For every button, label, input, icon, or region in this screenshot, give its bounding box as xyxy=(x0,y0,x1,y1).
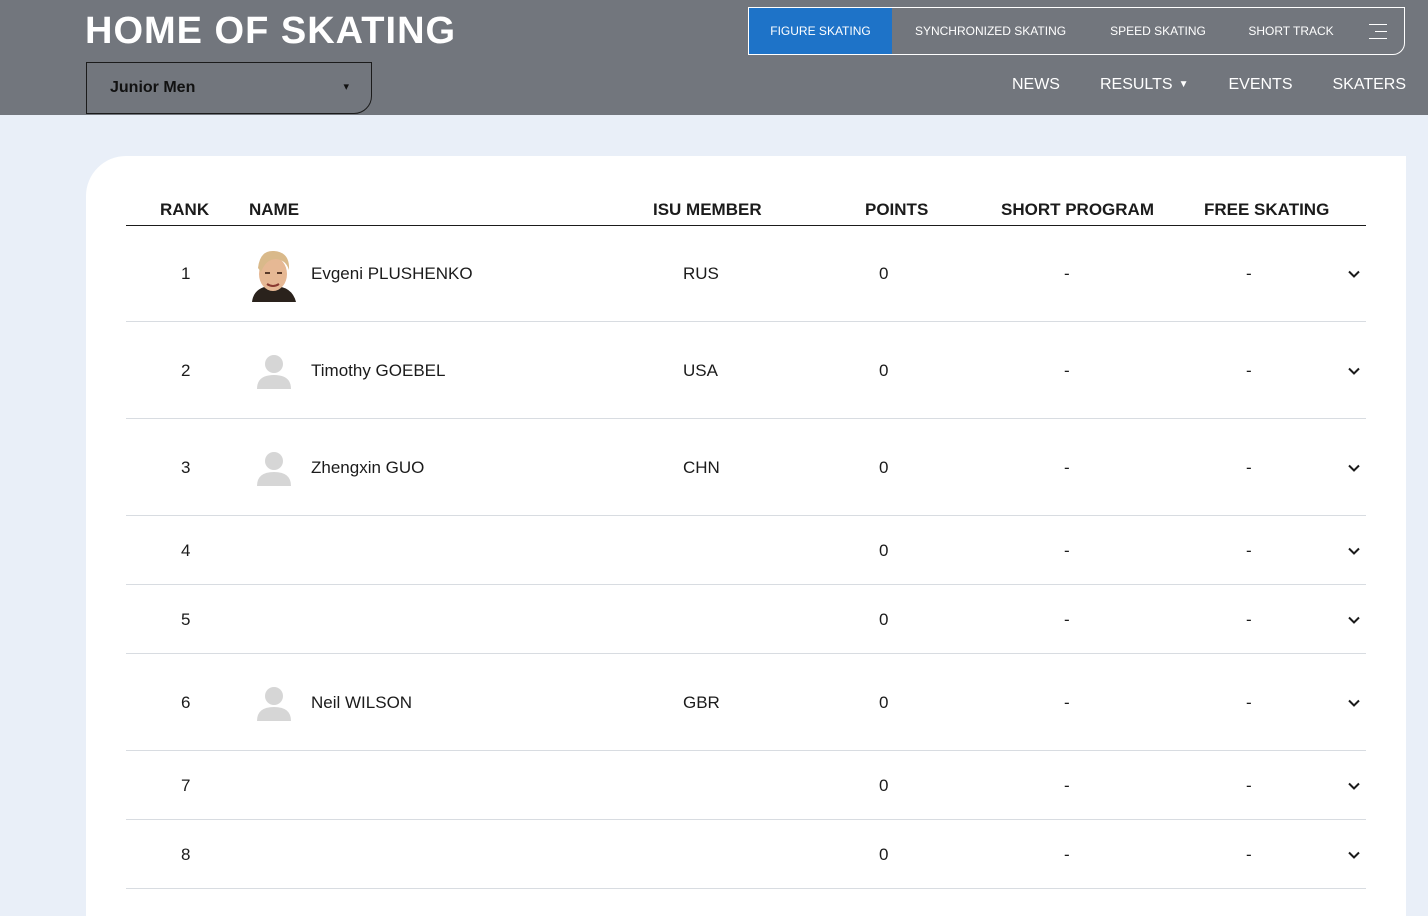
column-header-rank: RANK xyxy=(160,200,210,219)
chevron-down-icon[interactable] xyxy=(1347,779,1361,793)
table-row[interactable]: 3 Zhengxin GUO CHN 0 - - xyxy=(126,419,1366,516)
nav-news-label: NEWS xyxy=(1011,76,1060,93)
chevron-down-icon[interactable] xyxy=(1347,613,1361,627)
nav-results-label: RESULTS xyxy=(1099,76,1173,93)
tab-figure-skating[interactable]: FIGURE SKATING xyxy=(749,8,892,54)
tab-synchronized-skating[interactable]: SYNCHRONIZED SKATING xyxy=(892,8,1089,54)
rank-cell: 3 xyxy=(181,457,191,477)
results-card: RANK NAME ISU MEMBER POINTS SHORT PROGRA… xyxy=(86,156,1406,916)
rank-cell: 4 xyxy=(181,540,191,560)
points-cell: 0 xyxy=(879,609,889,629)
skater-name[interactable]: Evgeni PLUSHENKO xyxy=(311,264,473,284)
column-header-isu-member: ISU MEMBER xyxy=(653,200,762,219)
points-cell: 0 xyxy=(879,692,889,712)
column-header-free-skating: FREE SKATING xyxy=(1204,200,1330,219)
nav-events[interactable]: EVENTS xyxy=(1228,76,1292,94)
free-skating-cell: - xyxy=(1246,692,1252,712)
tab-speed-skating[interactable]: SPEED SKATING xyxy=(1089,8,1227,54)
skater-name[interactable]: Zhengxin GUO xyxy=(311,458,424,478)
points-cell: 0 xyxy=(879,457,889,477)
short-program-cell: - xyxy=(1064,609,1070,629)
tab-short-track[interactable]: SHORT TRACK xyxy=(1227,8,1355,54)
nav-skaters[interactable]: SKATERS xyxy=(1333,76,1407,94)
table-row[interactable]: 6 Neil WILSON GBR 0 - - xyxy=(126,654,1366,751)
table-row[interactable]: 4 0 - - xyxy=(126,516,1366,585)
points-cell: 0 xyxy=(879,775,889,795)
skater-name[interactable]: Timothy GOEBEL xyxy=(311,361,445,381)
isu-member-cell: RUS xyxy=(683,263,719,283)
rank-cell: 8 xyxy=(181,844,191,864)
short-program-cell: - xyxy=(1064,844,1070,864)
chevron-down-icon[interactable] xyxy=(1347,267,1361,281)
discipline-tabs: FIGURE SKATING SYNCHRONIZED SKATING SPEE… xyxy=(748,7,1405,55)
rank-cell: 6 xyxy=(181,692,191,712)
points-cell: 0 xyxy=(879,844,889,864)
site-header: HOME OF SKATING Junior Men ▾ FIGURE SKAT… xyxy=(0,0,1428,115)
isu-member-cell: USA xyxy=(683,360,718,380)
chevron-down-icon[interactable] xyxy=(1347,461,1361,475)
table-row[interactable]: 1 Evgeni PLUSHENKO RUS 0 - - xyxy=(126,225,1366,322)
rank-cell: 7 xyxy=(181,775,191,795)
isu-member-cell: CHN xyxy=(683,457,720,477)
chevron-down-icon[interactable] xyxy=(1347,696,1361,710)
points-cell: 0 xyxy=(879,540,889,560)
short-program-cell: - xyxy=(1064,360,1070,380)
avatar-placeholder-icon xyxy=(246,343,302,399)
nav-news[interactable]: NEWS xyxy=(1012,76,1060,94)
short-program-cell: - xyxy=(1064,692,1070,712)
category-select-value: Junior Men xyxy=(110,79,196,96)
skater-photo[interactable] xyxy=(246,245,300,302)
results-table-header: RANK NAME ISU MEMBER POINTS SHORT PROGRA… xyxy=(126,156,1366,226)
column-header-short-program: SHORT PROGRAM xyxy=(1001,200,1154,219)
free-skating-cell: - xyxy=(1246,844,1252,864)
chevron-down-icon[interactable] xyxy=(1347,544,1361,558)
caret-down-icon: ▼ xyxy=(1178,79,1189,90)
avatar-placeholder-icon xyxy=(246,675,302,731)
free-skating-cell: - xyxy=(1246,540,1252,560)
table-row[interactable]: 8 0 - - xyxy=(126,820,1366,889)
points-cell: 0 xyxy=(879,360,889,380)
column-header-points: POINTS xyxy=(865,200,929,219)
avatar-placeholder-icon xyxy=(246,440,302,496)
hamburger-menu-icon[interactable] xyxy=(1355,8,1404,54)
free-skating-cell: - xyxy=(1246,263,1252,283)
free-skating-cell: - xyxy=(1246,457,1252,477)
skater-name[interactable]: Neil WILSON xyxy=(311,693,412,713)
short-program-cell: - xyxy=(1064,775,1070,795)
rank-cell: 2 xyxy=(181,360,191,380)
rank-cell: 1 xyxy=(181,263,191,283)
nav-skaters-label: SKATERS xyxy=(1332,76,1407,93)
table-row[interactable]: 2 Timothy GOEBEL USA 0 - - xyxy=(126,322,1366,419)
short-program-cell: - xyxy=(1064,540,1070,560)
caret-down-icon: ▾ xyxy=(343,81,349,93)
nav-events-label: EVENTS xyxy=(1228,76,1293,93)
chevron-down-icon[interactable] xyxy=(1347,364,1361,378)
chevron-down-icon[interactable] xyxy=(1347,848,1361,862)
short-program-cell: - xyxy=(1064,457,1070,477)
site-logo[interactable]: HOME OF SKATING xyxy=(85,10,456,53)
nav-results[interactable]: RESULTS ▼ xyxy=(1100,76,1189,94)
category-select[interactable]: Junior Men ▾ xyxy=(86,62,372,114)
column-header-name: NAME xyxy=(249,200,300,219)
isu-member-cell: GBR xyxy=(683,692,720,712)
table-row[interactable]: 7 0 - - xyxy=(126,751,1366,820)
free-skating-cell: - xyxy=(1246,360,1252,380)
main-nav: NEWS RESULTS ▼ EVENTS SKATERS xyxy=(972,76,1406,94)
rank-cell: 5 xyxy=(181,609,191,629)
short-program-cell: - xyxy=(1064,263,1070,283)
free-skating-cell: - xyxy=(1246,775,1252,795)
table-row[interactable]: 5 0 - - xyxy=(126,585,1366,654)
points-cell: 0 xyxy=(879,263,889,283)
free-skating-cell: - xyxy=(1246,609,1252,629)
